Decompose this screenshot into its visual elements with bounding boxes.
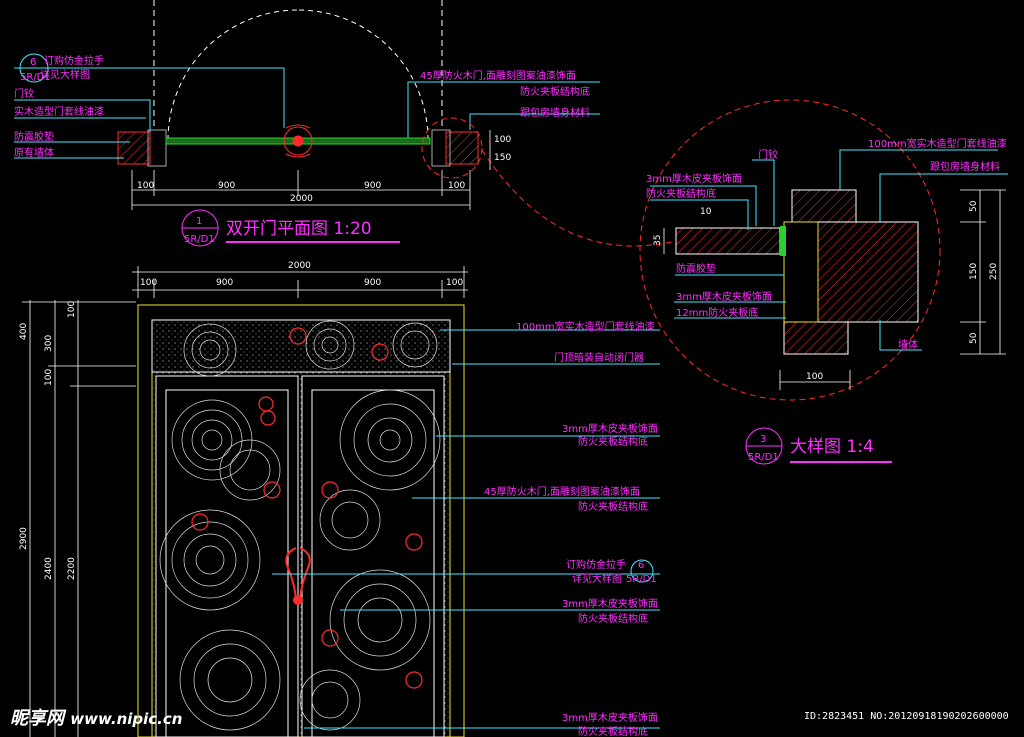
plan-callout-sheet: 5R/D1 <box>20 72 51 83</box>
elev-callout-num: 6 <box>638 560 644 571</box>
elev-label-detail-ref: 详见大样图 <box>572 572 622 585</box>
door-leaf-left <box>155 375 299 737</box>
plan-dim-1: 100 <box>137 181 154 191</box>
elev-dim-2: 900 <box>216 278 233 288</box>
detail-label-base-2: 12mm防火夹板底 <box>676 306 758 319</box>
detail-title-sheet: 5R/D1 <box>748 452 779 463</box>
detail-label-veneer-2: 3mm厚木皮夹板饰面 <box>676 290 772 303</box>
detail-title-num: 3 <box>760 434 766 445</box>
elev-label-base-1: 防火夹板结构底 <box>578 435 648 448</box>
plan-right-label-1: 45厚防火木门,面雕刻图案油漆饰面 <box>420 69 576 82</box>
detail-label-gasket: 防震胶垫 <box>676 262 716 275</box>
detail-label-hinge: 门铰 <box>758 148 778 161</box>
detail-dim-50a: 50 <box>969 200 979 212</box>
detail-label-base-1: 防火夹板结构底 <box>646 187 716 200</box>
detail-label-frame: 100mm宽实木造型门套线油漆 <box>868 137 1007 150</box>
detail-dim-100: 100 <box>806 372 823 382</box>
plan-dim-4: 100 <box>448 181 465 191</box>
detail-dim-10: 10 <box>700 207 712 217</box>
elev-callout-sheet: 5R/D1 <box>626 574 657 585</box>
wall-left <box>117 131 151 165</box>
detail-dim-total: 250 <box>989 263 999 280</box>
detail-dim-50b: 50 <box>969 332 979 344</box>
elevation-view: 100 900 900 100 2000 400 2900 300 100 24… <box>19 261 660 737</box>
elev-dim-2900: 2900 <box>19 527 29 550</box>
elev-dim-2200: 2200 <box>67 557 77 580</box>
plan-label-wall: 原有墙体 <box>14 146 54 159</box>
watermark-url: www.nipic.cn <box>70 710 183 728</box>
elev-dim-300: 300 <box>44 335 54 352</box>
elev-dim-1: 100 <box>140 278 157 288</box>
elev-label-frame: 100mm宽实木造型门套线油漆 <box>516 320 655 333</box>
elev-label-base-4: 防火夹板结构底 <box>578 725 648 737</box>
plan-dim-total: 2000 <box>290 194 313 204</box>
door-leaf-right <box>301 375 445 737</box>
plan-dim-side-1: 100 <box>494 135 511 145</box>
plan-label-handle: 订购仿金拉手 <box>44 54 104 67</box>
plan-title-sheet: 5R/D1 <box>184 234 215 245</box>
wall-right <box>445 131 479 165</box>
elev-dim-4: 100 <box>446 278 463 288</box>
elev-dim-100a: 100 <box>44 369 54 386</box>
plan-dim-3: 900 <box>364 181 381 191</box>
elev-label-veneer-3: 3mm厚木皮夹板饰面 <box>562 711 658 724</box>
detail-view: 100mm宽实木造型门套线油漆 门铰 跟包房墙身材料 3mm厚木皮夹板饰面 防火… <box>639 99 1008 465</box>
elev-label-base-2: 防火夹板结构底 <box>578 500 648 513</box>
plan-label-hinge: 门铰 <box>14 87 34 100</box>
image-id: ID:2823451 NO:20120918190202600000 <box>804 711 1009 722</box>
plan-label-frame: 实木造型门套线油漆 <box>14 105 104 118</box>
elev-label-closer: 门顶暗装自动闭门器 <box>554 351 644 364</box>
elev-dim-400: 400 <box>19 323 29 340</box>
detail-wall <box>817 221 919 323</box>
watermark-logo: 昵享网 <box>10 708 64 729</box>
cad-drawing: 100 900 900 100 2000 100 150 订购仿金拉手 详见大样… <box>14 0 1008 737</box>
elev-label-handle: 订购仿金拉手 <box>566 558 626 571</box>
plan-view: 100 900 900 100 2000 100 150 订购仿金拉手 详见大样… <box>14 0 681 247</box>
elev-dim-3: 900 <box>364 278 381 288</box>
plan-right-label-2: 防火夹板结构底 <box>520 85 590 98</box>
plan-title: 双开门平面图 1:20 <box>226 219 372 239</box>
elev-label-door: 45厚防火木门,面雕刻图案油漆饰面 <box>484 485 640 498</box>
plan-title-num: 1 <box>196 216 202 227</box>
plan-dim-2: 900 <box>218 181 235 191</box>
elev-label-veneer-2: 3mm厚木皮夹板饰面 <box>562 597 658 610</box>
detail-label-veneer-1: 3mm厚木皮夹板饰面 <box>646 172 742 185</box>
detail-label-wall: 墙体 <box>898 338 918 351</box>
elev-label-veneer-1: 3mm厚木皮夹板饰面 <box>562 422 658 435</box>
plan-label-gasket: 防震胶垫 <box>14 130 54 143</box>
detail-dim-150: 150 <box>969 263 979 280</box>
plan-dim-side-2: 150 <box>494 153 511 163</box>
elev-dim-total: 2000 <box>288 261 311 271</box>
detail-dim-35: 35 <box>653 235 663 246</box>
watermark: 昵享网 www.nipic.cn <box>10 704 182 730</box>
detail-label-wall-finish: 跟包房墙身材料 <box>930 160 1000 173</box>
elev-dim-2400: 2400 <box>44 557 54 580</box>
detail-door-edge <box>675 227 781 255</box>
plan-right-label-3: 跟包房墙身材料 <box>520 106 590 119</box>
elev-label-base-3: 防火夹板结构底 <box>578 612 648 625</box>
plan-callout-num: 6 <box>30 57 36 68</box>
elev-dim-100b: 100 <box>67 301 77 318</box>
detail-title: 大样图 1:4 <box>790 437 874 457</box>
